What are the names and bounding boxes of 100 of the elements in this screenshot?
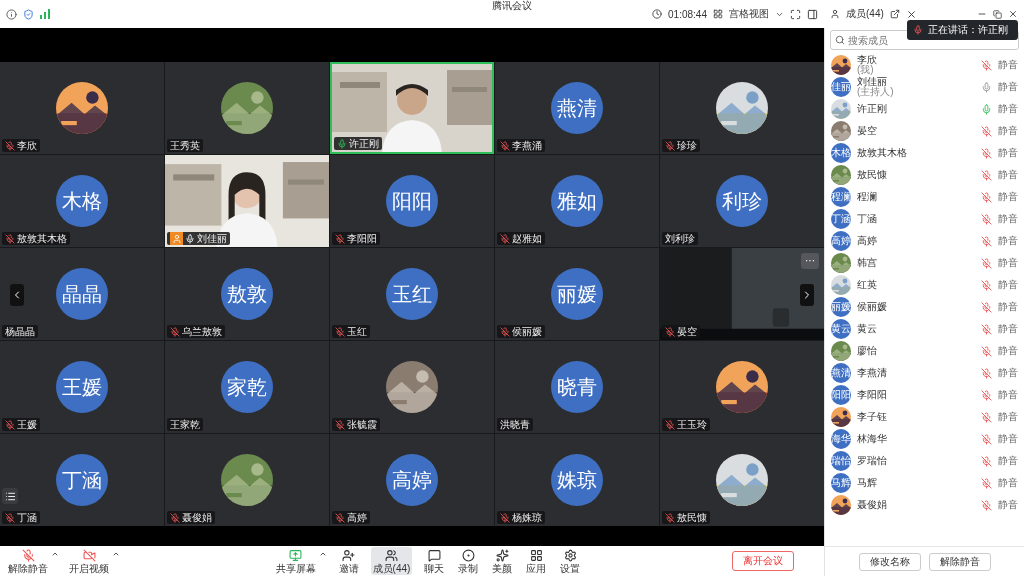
- mute-button[interactable]: 静音: [998, 366, 1018, 380]
- member-name[interactable]: 黄云: [857, 324, 975, 334]
- member-name[interactable]: 敖民慷: [857, 170, 975, 180]
- video-tile[interactable]: 王玉玲: [660, 341, 824, 433]
- video-tile[interactable]: 张毓霞: [330, 341, 494, 433]
- view-menu-label[interactable]: 宫格视图: [729, 7, 769, 21]
- avatar: 木格: [56, 175, 108, 227]
- video-tile[interactable]: 珍珍: [660, 62, 824, 154]
- mute-button[interactable]: 静音: [998, 146, 1018, 160]
- mute-button[interactable]: 静音: [998, 102, 1018, 116]
- mute-button[interactable]: 静音: [998, 58, 1018, 72]
- video-tile[interactable]: 姝琼 杨姝琼: [495, 434, 659, 526]
- previous-page-button[interactable]: [10, 284, 24, 306]
- mute-button[interactable]: 静音: [998, 344, 1018, 358]
- video-tile[interactable]: 丽媛 侯丽媛: [495, 248, 659, 340]
- video-tile[interactable]: 玉红 玉红: [330, 248, 494, 340]
- video-tile[interactable]: 阳阳 李阳阳: [330, 155, 494, 247]
- sidebar-icon[interactable]: [807, 8, 818, 20]
- member-name[interactable]: 林海华: [857, 434, 975, 444]
- member-name[interactable]: 李阳阳: [857, 390, 975, 400]
- popout-icon[interactable]: [889, 9, 900, 19]
- member-name[interactable]: 敖敦其木格: [857, 148, 975, 158]
- video-tile[interactable]: 利珍 刘利珍: [660, 155, 824, 247]
- shield-icon[interactable]: [23, 8, 34, 20]
- mute-button[interactable]: 静音: [998, 234, 1018, 248]
- video-tile[interactable]: 敖民慷: [660, 434, 824, 526]
- member-name[interactable]: 刘佳丽 (主持人): [857, 77, 975, 97]
- mute-button[interactable]: 静音: [998, 432, 1018, 446]
- video-tile[interactable]: 燕清 李燕涌: [495, 62, 659, 154]
- video-tile[interactable]: 许正刚: [330, 62, 494, 154]
- mute-button[interactable]: 静音: [998, 190, 1018, 204]
- avatar: 燕清: [831, 363, 851, 383]
- toolbar-button[interactable]: 解除静音: [6, 547, 50, 575]
- video-tile[interactable]: 高婷 高婷: [330, 434, 494, 526]
- toolbar-button[interactable]: 开启视频: [67, 547, 111, 575]
- video-tile[interactable]: 李欣: [0, 62, 164, 154]
- video-tile[interactable]: 晓青 洪晓青: [495, 341, 659, 433]
- mute-button[interactable]: 静音: [998, 168, 1018, 182]
- mute-button[interactable]: 静音: [998, 410, 1018, 424]
- video-tile[interactable]: 雅如 赵雅如: [495, 155, 659, 247]
- toolbar-button[interactable]: 聊天: [422, 547, 447, 575]
- video-tile[interactable]: 家乾 王家乾: [165, 341, 329, 433]
- member-name[interactable]: 侯丽媛: [857, 302, 975, 312]
- video-tile[interactable]: ··· 晏空: [660, 248, 824, 340]
- toolbar-button[interactable]: 应用: [524, 547, 549, 575]
- mute-button[interactable]: 静音: [998, 388, 1018, 402]
- member-name[interactable]: 李燕清: [857, 368, 975, 378]
- member-name[interactable]: 韩宫: [857, 258, 975, 268]
- video-tile[interactable]: 刘佳丽: [165, 155, 329, 247]
- panel-button[interactable]: 解除静音: [928, 552, 991, 571]
- member-name[interactable]: 许正刚: [857, 104, 975, 114]
- more-button[interactable]: ···: [801, 253, 819, 269]
- mute-button[interactable]: 静音: [998, 278, 1018, 292]
- toolbar-button[interactable]: 美颜: [490, 547, 515, 575]
- mute-button[interactable]: 静音: [998, 322, 1018, 336]
- member-name[interactable]: 罗瑞怡: [857, 456, 975, 466]
- info-icon[interactable]: [6, 8, 17, 20]
- video-tile[interactable]: 敖敦 乌兰敖敦: [165, 248, 329, 340]
- mute-button[interactable]: 静音: [998, 256, 1018, 270]
- member-name[interactable]: 马辉: [857, 478, 975, 488]
- video-tile[interactable]: 丁涵 丁涵: [0, 434, 164, 526]
- mute-button[interactable]: 静音: [998, 300, 1018, 314]
- close-icon[interactable]: [1008, 9, 1018, 19]
- video-tile[interactable]: 王秀英: [165, 62, 329, 154]
- caret-icon[interactable]: [318, 550, 327, 558]
- leave-button[interactable]: 离开会议: [732, 551, 794, 571]
- close-icon[interactable]: [905, 8, 917, 20]
- member-name[interactable]: 李子钰: [857, 412, 975, 422]
- mute-button[interactable]: 静音: [998, 454, 1018, 468]
- mute-button[interactable]: 静音: [998, 80, 1018, 94]
- member-name[interactable]: 高婷: [857, 236, 975, 246]
- mute-button[interactable]: 静音: [998, 212, 1018, 226]
- member-name[interactable]: 李欣 (我): [857, 55, 975, 75]
- video-tile[interactable]: 聂俊娟: [165, 434, 329, 526]
- video-tile[interactable]: 木格 敖敦其木格: [0, 155, 164, 247]
- toolbar-button[interactable]: 成员(44): [370, 547, 413, 575]
- member-name[interactable]: 聂俊娟: [857, 500, 975, 510]
- caret-icon[interactable]: [51, 550, 59, 558]
- list-button[interactable]: [2, 488, 18, 504]
- toolbar-button[interactable]: 设置: [558, 547, 583, 575]
- video-tile[interactable]: 王媛 王媛: [0, 341, 164, 433]
- mute-button[interactable]: 静音: [998, 476, 1018, 490]
- mute-button[interactable]: 静音: [998, 498, 1018, 512]
- caret-icon[interactable]: [112, 550, 120, 558]
- toolbar-button[interactable]: 共享屏幕: [273, 547, 318, 575]
- restore-icon[interactable]: [993, 9, 1002, 19]
- member-name[interactable]: 丁涵: [857, 214, 975, 224]
- toolbar-button[interactable]: 录制: [456, 547, 481, 575]
- member-name[interactable]: 红英: [857, 280, 975, 290]
- next-page-button[interactable]: [800, 284, 814, 306]
- name-label: 赵雅如: [497, 232, 545, 245]
- panel-button[interactable]: 修改名称: [858, 552, 921, 571]
- mute-button[interactable]: 静音: [998, 124, 1018, 138]
- video-tile[interactable]: 晶晶 杨晶晶: [0, 248, 164, 340]
- member-name[interactable]: 程澜: [857, 192, 975, 202]
- member-name[interactable]: 晏空: [857, 126, 975, 136]
- toolbar-button[interactable]: 邀请: [336, 547, 361, 575]
- member-name[interactable]: 廖怡: [857, 346, 975, 356]
- grid-icon[interactable]: [713, 9, 723, 19]
- fullscreen-icon[interactable]: [790, 8, 801, 20]
